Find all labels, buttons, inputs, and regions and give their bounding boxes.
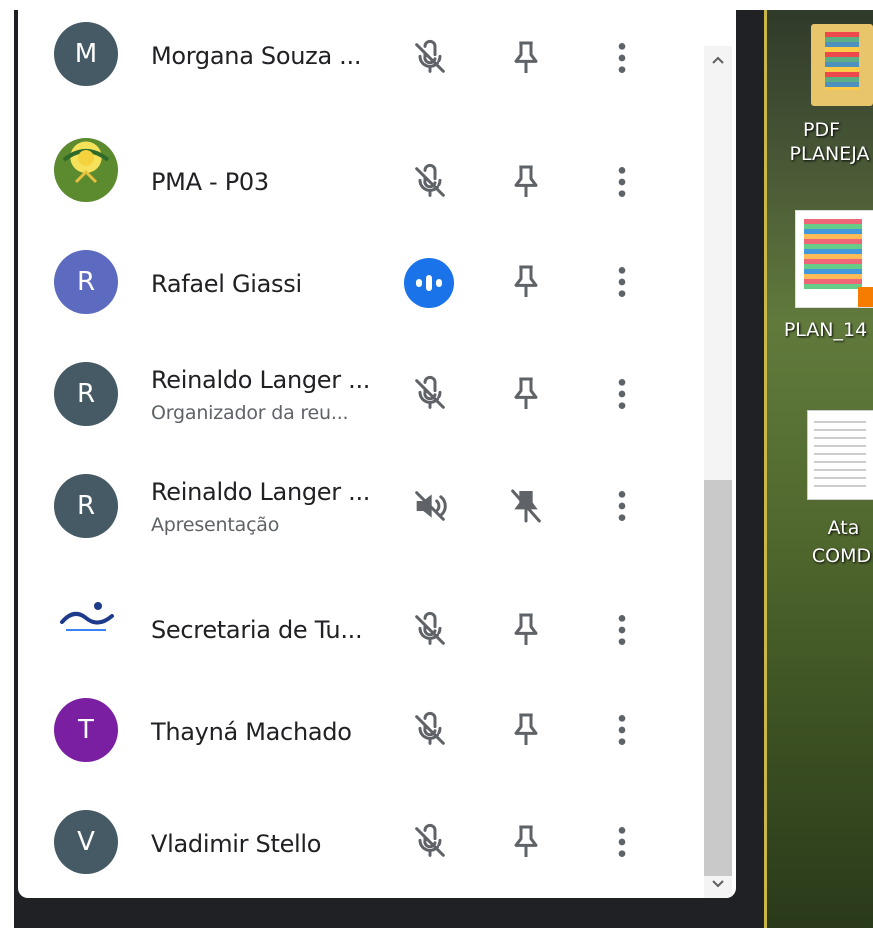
avatar: V	[54, 810, 118, 874]
logo-icon	[60, 602, 114, 631]
more-vert-icon[interactable]	[602, 822, 642, 862]
avatar: R	[54, 362, 118, 426]
desktop-item-label[interactable]: PLAN_14	[771, 318, 873, 342]
more-vert-icon[interactable]	[602, 486, 642, 526]
participant-name: Reinaldo Langer ...	[151, 366, 371, 394]
pin-off-icon	[506, 486, 546, 526]
avatar: R	[54, 474, 118, 538]
pin-icon[interactable]	[506, 162, 546, 202]
desktop-item-label[interactable]: PLANEJA	[775, 142, 873, 166]
scroll-up-icon[interactable]	[704, 46, 732, 74]
mic-off-icon[interactable]	[410, 610, 450, 650]
participant-row: Secretaria de Tu...	[18, 568, 698, 680]
scroll-down-icon[interactable]	[704, 870, 732, 898]
participant-row: T Thayná Machado	[18, 680, 698, 792]
avatar: M	[54, 22, 118, 86]
logo-icon	[62, 149, 110, 184]
pin-icon[interactable]	[506, 374, 546, 414]
participant-row: PMA - P03	[18, 120, 698, 232]
mic-off-icon[interactable]	[410, 162, 450, 202]
pin-icon[interactable]	[506, 262, 546, 302]
participant-row: R Reinaldo Langer ... Organizador da reu…	[18, 344, 698, 456]
desktop-item-label[interactable]: COMDE	[793, 544, 873, 568]
participant-name: Reinaldo Langer ...	[151, 478, 371, 506]
folder-icon[interactable]	[811, 24, 873, 106]
scrollbar-thumb[interactable]	[704, 480, 732, 876]
avatar: R	[54, 250, 118, 314]
pin-icon[interactable]	[506, 710, 546, 750]
pin-icon[interactable]	[506, 610, 546, 650]
participant-name: Rafael Giassi	[151, 270, 302, 298]
participant-name: Thayná Machado	[151, 718, 352, 746]
participant-name: Secretaria de Tu...	[151, 616, 363, 644]
mic-off-icon[interactable]	[410, 710, 450, 750]
document-icon[interactable]	[807, 410, 873, 500]
participant-name: Morgana Souza ...	[151, 42, 362, 70]
participants-panel: M Morgana Souza ... PMA - P03 R Rafael G…	[18, 10, 736, 898]
participant-role: Apresentação	[151, 514, 280, 536]
mic-off-icon[interactable]	[410, 374, 450, 414]
mic-off-icon[interactable]	[410, 822, 450, 862]
avatar	[54, 138, 118, 202]
participant-row: R Rafael Giassi	[18, 232, 698, 344]
avatar: T	[54, 698, 118, 762]
participant-row: M Morgana Souza ...	[18, 10, 698, 120]
volume-off-icon[interactable]	[410, 486, 450, 526]
desktop-item-label[interactable]: Ata	[789, 516, 873, 540]
more-vert-icon[interactable]	[602, 262, 642, 302]
desktop-item-label[interactable]: PDF	[767, 118, 873, 142]
participant-name: PMA - P03	[151, 168, 269, 196]
more-vert-icon[interactable]	[602, 162, 642, 202]
pin-icon[interactable]	[506, 822, 546, 862]
more-vert-icon[interactable]	[602, 38, 642, 78]
desktop-background: PDF PLANEJA PLAN_14 Ata COMDE	[764, 10, 873, 928]
pin-icon[interactable]	[506, 38, 546, 78]
speaking-indicator-icon	[404, 258, 454, 308]
participant-role: Organizador da reu...	[151, 402, 349, 424]
participant-name: Vladimir Stello	[151, 830, 322, 858]
participant-row: V Vladimir Stello	[18, 792, 698, 898]
spreadsheet-icon[interactable]	[795, 210, 873, 308]
mic-off-icon[interactable]	[410, 38, 450, 78]
more-vert-icon[interactable]	[602, 374, 642, 414]
participant-row: R Reinaldo Langer ... Apresentação	[18, 456, 698, 568]
more-vert-icon[interactable]	[602, 710, 642, 750]
avatar	[54, 586, 118, 650]
more-vert-icon[interactable]	[602, 610, 642, 650]
